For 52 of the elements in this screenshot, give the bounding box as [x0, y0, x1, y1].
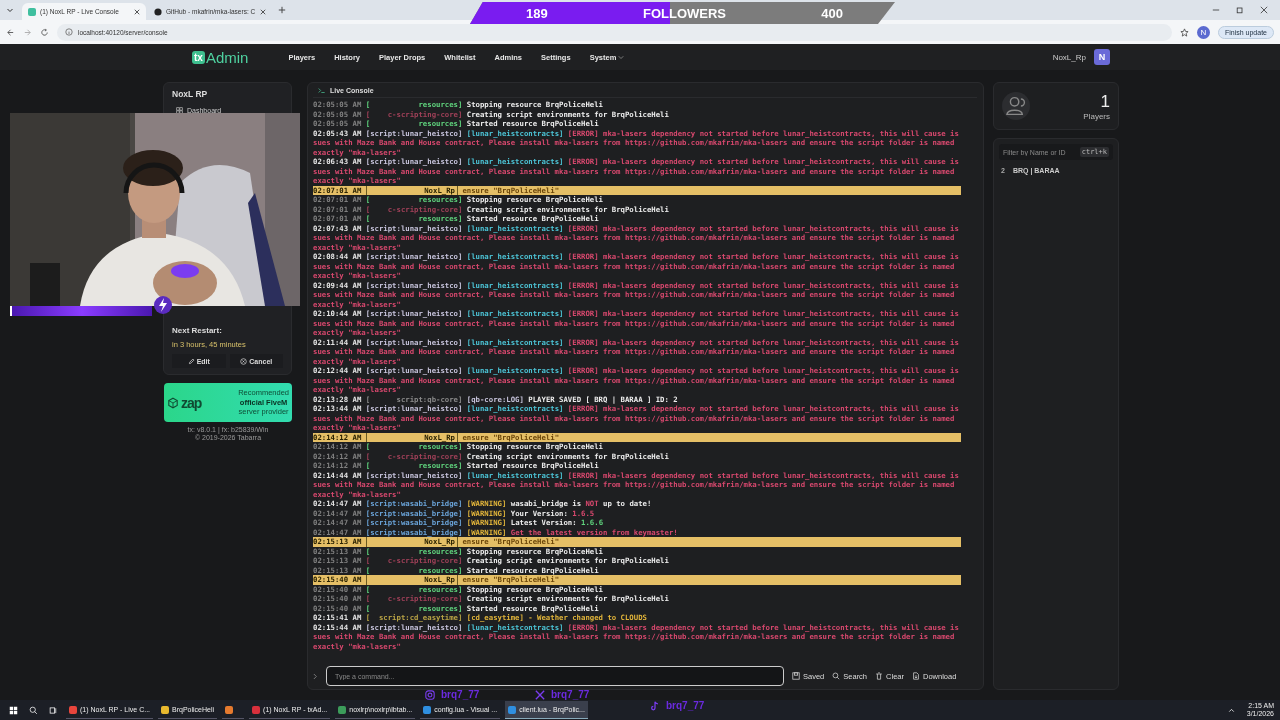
logo-text: Admin [205, 48, 249, 66]
camera-icon [425, 689, 435, 700]
cancel-icon [240, 357, 248, 365]
back-icon[interactable] [6, 27, 15, 37]
player-count: 1 [1100, 91, 1110, 112]
restart-title: Next Restart: [172, 326, 223, 335]
info-icon [65, 28, 73, 36]
close-icon[interactable] [1260, 6, 1268, 14]
social-handle: brq7_77 [666, 700, 705, 711]
search-icon [832, 672, 841, 680]
tab-list-icon[interactable] [6, 6, 14, 14]
app-icon [161, 705, 170, 714]
new-tab-icon[interactable] [278, 6, 286, 14]
zap-logo-text: zap [181, 394, 202, 411]
app-icon [338, 705, 347, 714]
prompt-icon [313, 672, 318, 680]
terminal-icon [318, 86, 326, 94]
save-icon [792, 672, 800, 680]
task-view-icon[interactable] [49, 705, 58, 715]
start-icon[interactable] [9, 705, 18, 715]
app-icon [69, 705, 77, 714]
caret-icon [618, 54, 625, 60]
follower-goal: 400 [821, 5, 843, 21]
profile-avatar[interactable]: N [1196, 25, 1210, 39]
x-logo-icon [535, 689, 545, 700]
lightning-logo-icon [153, 295, 173, 315]
user-avatar[interactable]: N [1094, 49, 1110, 65]
social-handle: brq7_77 [441, 689, 480, 700]
app-icon [508, 705, 517, 714]
social-handle: brq7_77 [551, 689, 590, 700]
search-icon[interactable] [29, 705, 38, 715]
players-label: Players [1083, 111, 1110, 121]
dashboard-icon [176, 107, 183, 114]
star-icon[interactable] [1179, 27, 1189, 37]
music-note-icon [650, 700, 660, 711]
app-icon [225, 705, 234, 714]
close-icon[interactable] [260, 8, 266, 15]
file-download-icon [912, 672, 920, 680]
reload-icon[interactable] [40, 27, 49, 37]
trash-icon [875, 672, 884, 680]
follower-count: 189 [526, 5, 548, 21]
close-icon[interactable] [134, 8, 140, 15]
players-icon [1002, 92, 1030, 120]
cube-icon [167, 396, 179, 409]
app-icon [252, 705, 261, 714]
tab-favicon-icon [28, 7, 36, 16]
restore-icon[interactable] [1236, 6, 1244, 14]
logo-mark: tx [192, 50, 205, 64]
user-name: NoxL_Rp [1052, 52, 1086, 62]
app-icon [423, 705, 432, 714]
pencil-icon [187, 357, 195, 365]
server-name: NoxL RP [172, 89, 209, 99]
